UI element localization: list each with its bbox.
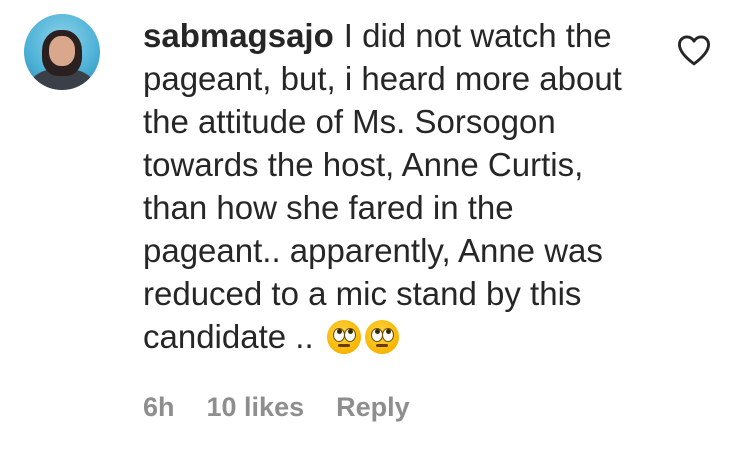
- comment-item: sabmagsajo I did not watch the pageant, b…: [0, 0, 750, 456]
- avatar-face: [49, 36, 75, 66]
- comment-meta: 6h 10 likes Reply: [143, 390, 410, 424]
- comment-body: sabmagsajo I did not watch the pageant, b…: [143, 14, 653, 358]
- comment-username[interactable]: sabmagsajo: [143, 17, 334, 54]
- heart-outline-icon[interactable]: [676, 34, 712, 66]
- comment-time: 6h: [143, 392, 175, 422]
- reply-button[interactable]: Reply: [336, 390, 410, 424]
- comment-text: I did not watch the pageant, but, i hear…: [143, 17, 622, 355]
- rolling-eyes-emoji-icon: [326, 320, 361, 354]
- comment-likes-count[interactable]: 10 likes: [207, 390, 305, 424]
- avatar[interactable]: [24, 14, 100, 90]
- rolling-eyes-emoji-icon: [364, 320, 399, 354]
